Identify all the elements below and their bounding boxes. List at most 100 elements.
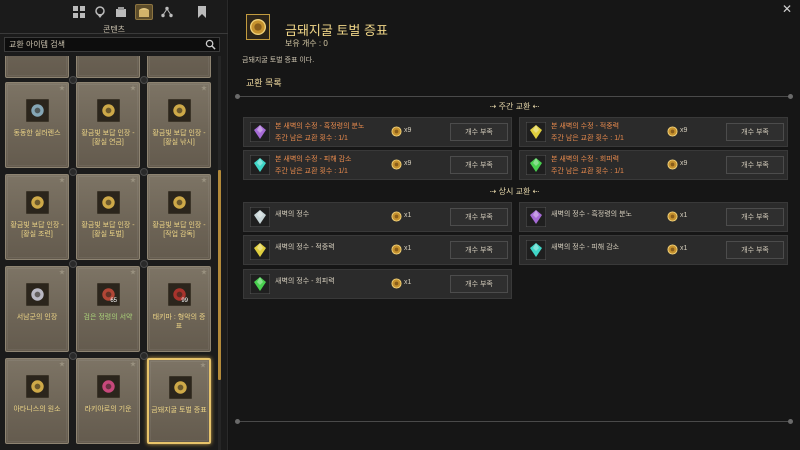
exchange-button[interactable]: 개수 부족 <box>726 208 784 226</box>
coin-icon <box>391 278 402 289</box>
item-card[interactable]: 99 태키마 : 형악의 증표 <box>147 266 211 352</box>
item-card[interactable]: 황금빛 보답 인장 - [황실 조련] <box>5 174 69 260</box>
frame-ornament <box>140 168 148 176</box>
item-card[interactable]: 황금빛 보답 인장 - [황실 낚시] <box>147 82 211 168</box>
item-card[interactable]: 동동한 실러렌스 <box>5 82 69 168</box>
owned-count: 보유 개수 : 0 <box>285 39 328 48</box>
card-frame <box>149 268 209 350</box>
item-slot <box>169 376 192 399</box>
cost-quantity: x1 <box>680 245 688 252</box>
exchange-row: 본 새벽의 수정 - 회피력 주간 남은 교환 횟수 : 1/1 x9 개수 부족 <box>519 150 788 180</box>
frame-ornament <box>69 260 77 268</box>
exchange-row: 본 새벽의 수정 - 흑정령의 분노 주간 남은 교환 횟수 : 1/1 x9 개수 … <box>243 117 512 147</box>
card-frame <box>7 84 67 166</box>
coin-icon <box>667 126 678 137</box>
card-frame <box>149 56 209 76</box>
item-name: 황금빛 보답 인장 - [작업 감독] <box>152 222 206 238</box>
frame-ornament <box>140 352 148 360</box>
coin-icon <box>667 159 678 170</box>
exchange-limit: 주간 남은 교환 횟수 : 1/1 <box>275 168 348 175</box>
card-frame <box>150 361 208 441</box>
gem-icon <box>250 155 270 175</box>
exchange-row: 본 새벽의 수정 - 피해 감소 주간 남은 교환 횟수 : 1/1 x9 개수 부족 <box>243 150 512 180</box>
exchange-button[interactable]: 개수 부족 <box>450 156 508 174</box>
cost-quantity: x1 <box>404 212 412 219</box>
item-card[interactable] <box>147 56 211 78</box>
gem-icon <box>250 207 270 227</box>
cost-quantity: x1 <box>680 212 688 219</box>
exchange-button[interactable]: 개수 부족 <box>450 208 508 226</box>
item-card[interactable]: 황금빛 보답 인장 - [황실 토벌] <box>76 174 140 260</box>
item-card[interactable]: 아타니스의 원소 <box>5 358 69 444</box>
item-quantity: 65 <box>110 298 117 304</box>
exchange-row: 새벽의 정수 - 피해 감소 x1 개수 부족 <box>519 235 788 265</box>
item-card[interactable] <box>5 56 69 78</box>
exchange-button[interactable]: 개수 부족 <box>726 156 784 174</box>
category-icon-bar <box>72 4 209 20</box>
item-icon <box>31 380 44 393</box>
frame-ornament <box>140 260 148 268</box>
item-icon <box>31 104 44 117</box>
item-card[interactable]: 서남군의 인장 <box>5 266 69 352</box>
gem-icon <box>526 240 546 260</box>
coin-icon <box>391 126 402 137</box>
exchange-button[interactable]: 개수 부족 <box>450 275 508 293</box>
gem-icon <box>250 274 270 294</box>
search-input[interactable] <box>5 38 201 51</box>
frame-ornament <box>69 168 77 176</box>
weekly-section-title: ⇢ 주간 교환 ⇠ <box>489 102 540 111</box>
card-frame <box>149 176 209 258</box>
item-card[interactable]: 황금빛 보답 인장 - [작업 감독] <box>147 174 211 260</box>
item-name: 검은 정령의 서약 <box>83 314 133 321</box>
bookmark-icon[interactable] <box>195 5 209 19</box>
card-frame <box>78 360 138 442</box>
item-slot <box>97 99 120 122</box>
cost-quantity: x9 <box>404 127 412 134</box>
close-icon[interactable]: ✕ <box>782 2 792 16</box>
card-frame <box>149 84 209 166</box>
scrollbar-thumb[interactable] <box>218 170 221 380</box>
exchange-button[interactable]: 개수 부족 <box>726 123 784 141</box>
exchange-button[interactable]: 개수 부족 <box>726 241 784 259</box>
item-name: 황금빛 보답 인장 - [황실 연금] <box>81 130 135 146</box>
item-card[interactable]: 65 검은 정령의 서약 <box>76 266 140 352</box>
search-icon[interactable] <box>205 39 216 50</box>
exchange-item-name: 새벽의 정수 - 회피력 <box>275 278 335 285</box>
item-card[interactable]: 금돼지굴 토벌 증표 <box>147 358 211 444</box>
token-icon <box>246 14 270 40</box>
item-description: 금돼지굴 토벌 증표 이다. <box>242 57 315 64</box>
exchange-button[interactable]: 개수 부족 <box>450 241 508 259</box>
exchange-limit: 주간 남은 교환 횟수 : 1/1 <box>275 135 348 142</box>
gem-icon <box>526 207 546 227</box>
gem-icon <box>250 240 270 260</box>
map-pin-icon[interactable] <box>93 5 107 19</box>
grid-icon[interactable] <box>72 5 86 19</box>
item-name: 황금빛 보답 인장 - [황실 토벌] <box>81 222 135 238</box>
cost-quantity: x1 <box>404 279 412 286</box>
share-icon[interactable] <box>160 5 174 19</box>
exchange-item-name: 새벽의 정수 - 흑정령의 분노 <box>551 211 632 218</box>
item-name: 아타니스의 원소 <box>13 406 61 413</box>
item-grid: 동동한 실러렌스 황금빛 보답 인장 - [황실 연금] 황금빛 보답 인장 - [… <box>0 56 215 450</box>
item-name: 금돼지굴 토벌 증표 <box>151 407 207 414</box>
item-title: 금돼지굴 토벌 증표 <box>285 23 388 38</box>
coin-icon <box>391 211 402 222</box>
coin-icon <box>667 211 678 222</box>
exchange-panel: ✕ 금돼지굴 토벌 증표 보유 개수 : 0 금돼지굴 토벌 증표 이다. 교환… <box>229 0 800 450</box>
exchange-item-name: 본 새벽의 수정 - 피해 감소 <box>275 156 352 163</box>
card-frame <box>78 176 138 258</box>
item-name: 서남군의 인장 <box>16 314 58 321</box>
frame-ornament <box>69 352 77 360</box>
box-icon[interactable] <box>114 5 128 19</box>
item-card[interactable]: 라키아로의 기운 <box>76 358 140 444</box>
exchange-limit: 주간 남은 교환 횟수 : 1/1 <box>551 135 624 142</box>
item-card[interactable]: 황금빛 보답 인장 - [황실 연금] <box>76 82 140 168</box>
exchange-button[interactable]: 개수 부족 <box>450 123 508 141</box>
exchange-limit: 주간 남은 교환 횟수 : 1/1 <box>551 168 624 175</box>
gem-icon <box>526 155 546 175</box>
item-icon <box>31 196 44 209</box>
chest-icon[interactable] <box>135 4 153 20</box>
always-section-title: ⇢ 상시 교환 ⇠ <box>489 187 540 196</box>
item-card[interactable] <box>76 56 140 78</box>
exchange-row: 새벽의 정수 - 회피력 x1 개수 부족 <box>243 269 512 299</box>
